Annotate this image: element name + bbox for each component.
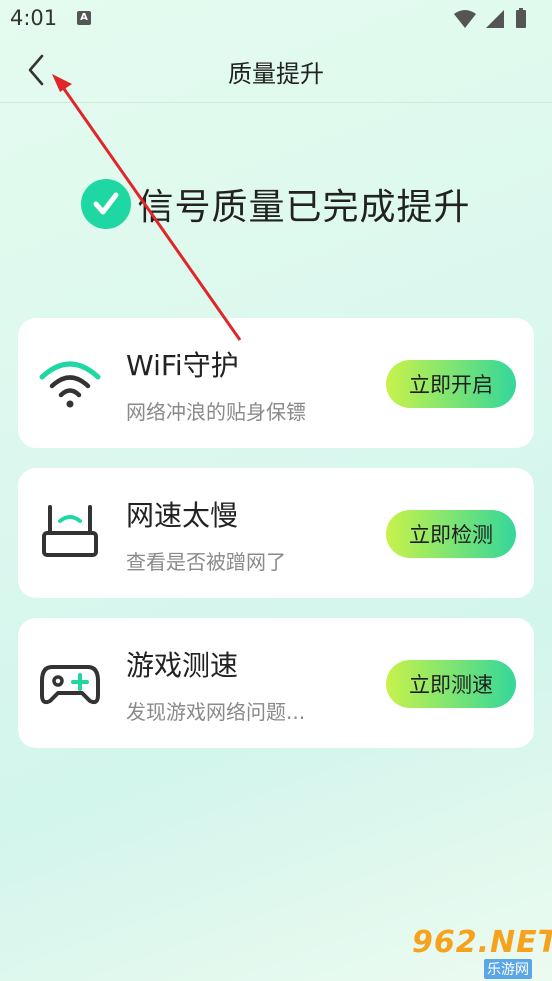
app-bar: 质量提升: [0, 38, 552, 103]
status-time: 4:01: [10, 6, 58, 30]
wifi-icon: [454, 10, 476, 28]
card-subtitle: 发现游戏网络问题...: [126, 700, 306, 724]
card-title: 网速太慢: [126, 499, 239, 532]
signal-icon: [486, 10, 504, 28]
watermark-logo: 962.NET 乐游网: [412, 925, 552, 979]
card-title: WiFi守护: [126, 349, 239, 382]
notification-icon: A: [77, 11, 91, 25]
result-text: 信号质量已完成提升: [137, 187, 471, 228]
card-title: 游戏测速: [126, 649, 239, 682]
status-bar: 4:01 A: [0, 0, 552, 38]
test-speed-button[interactable]: 立即测速: [386, 660, 516, 708]
check-circle-icon: [81, 179, 132, 229]
enable-now-button[interactable]: 立即开启: [386, 360, 516, 408]
result-banner: 信号质量已完成提升: [0, 176, 552, 232]
watermark-brand: 962.NET: [412, 925, 552, 960]
wifi-icon: [38, 351, 102, 415]
detect-now-button[interactable]: 立即检测: [386, 510, 516, 558]
battery-icon: [516, 8, 526, 28]
card-subtitle: 查看是否被蹭网了: [126, 550, 286, 574]
watermark-site: 乐游网: [484, 959, 532, 979]
page-title: 质量提升: [228, 60, 324, 88]
card-subtitle: 网络冲浪的贴身保镖: [126, 400, 306, 424]
gamepad-icon: [38, 651, 102, 715]
card-game-speed[interactable]: 游戏测速 发现游戏网络问题... 立即测速: [18, 618, 534, 748]
card-slow-network[interactable]: 网速太慢 查看是否被蹭网了 立即检测: [18, 468, 534, 598]
status-icons: [452, 8, 542, 34]
card-wifi-guard[interactable]: WiFi守护 网络冲浪的贴身保镖 立即开启: [18, 318, 534, 448]
router-icon: [38, 501, 102, 565]
